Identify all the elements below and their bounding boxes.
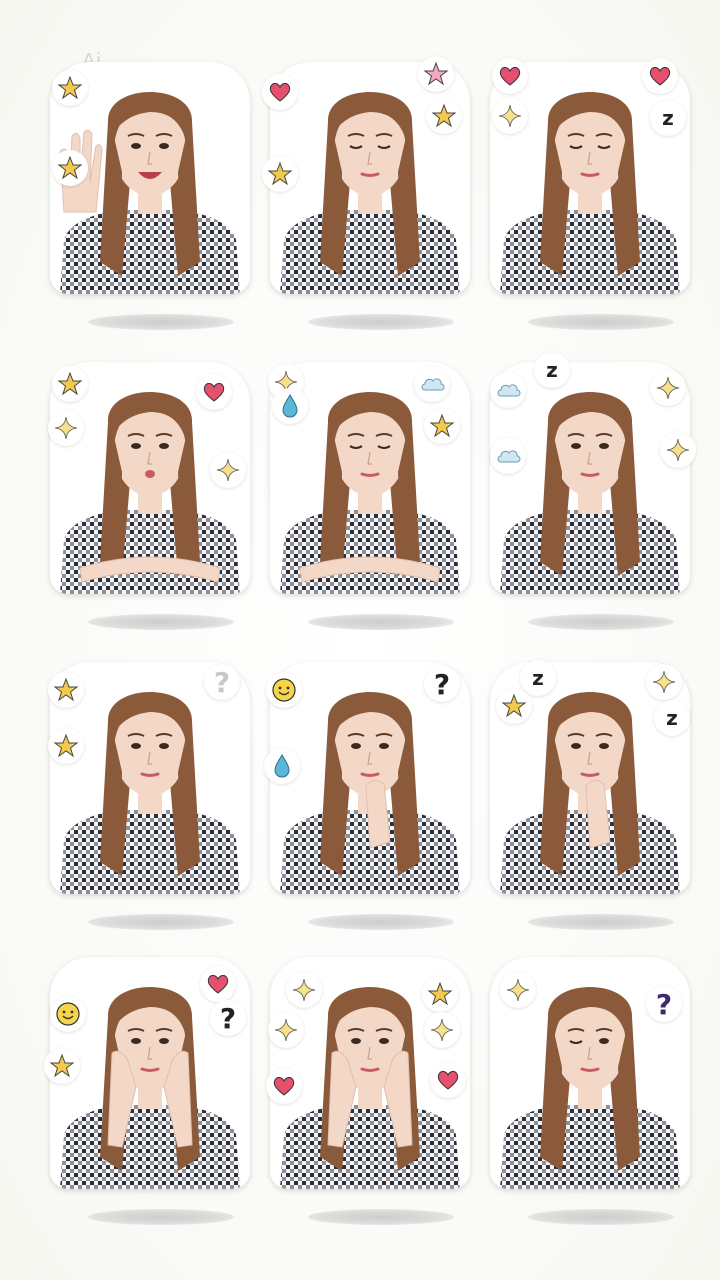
- star-icon: [496, 688, 532, 724]
- sticker-cell-sleepy[interactable]: [460, 10, 700, 330]
- sparkle-icon: [660, 432, 696, 468]
- shirt: [60, 810, 240, 894]
- shirt: [500, 510, 680, 594]
- star-icon: [48, 672, 84, 708]
- shirt: [280, 1105, 460, 1189]
- star-icon: [262, 156, 298, 192]
- question-icon: ?: [204, 664, 240, 700]
- z-letter: z: [666, 706, 678, 730]
- question-mark: ?: [219, 1001, 237, 1035]
- drop-shadow: [308, 1209, 454, 1225]
- sparkle-icon: [48, 410, 84, 446]
- sticker-cell-wink[interactable]: [460, 905, 700, 1225]
- star-icon: [426, 98, 462, 134]
- heart-icon: [196, 374, 232, 410]
- heart-icon: [492, 58, 528, 94]
- z-letter: z: [532, 666, 544, 690]
- sparkle-icon: [650, 370, 686, 406]
- zzz-icon: z: [654, 700, 690, 736]
- sticker-cell-sulk[interactable]: [240, 310, 480, 630]
- sparkle-icon: [268, 1012, 304, 1048]
- sticker-cell-cheeks-cute[interactable]: [240, 905, 480, 1225]
- shirt: [280, 510, 460, 594]
- pink-star-icon: [418, 56, 454, 92]
- zzz-icon: z: [650, 100, 686, 136]
- shirt: [60, 510, 240, 594]
- sparkle-icon: [286, 972, 322, 1008]
- star-icon: [52, 366, 88, 402]
- cloud-icon: [414, 366, 450, 402]
- star-icon: [422, 976, 458, 1012]
- question-mark: ?: [655, 987, 673, 1021]
- sticker-sleepy[interactable]: [490, 62, 690, 294]
- drop-shadow: [528, 1209, 674, 1225]
- sticker-eyes-closed[interactable]: [270, 62, 470, 294]
- sticker-sheet: Ai z z?? z z??: [0, 0, 720, 1280]
- sticker-cell-smug[interactable]: [20, 610, 260, 930]
- shirt: [60, 1105, 240, 1189]
- heart-icon: [200, 966, 236, 1002]
- sparkle-icon: [646, 664, 682, 700]
- sparkle-icon: [500, 972, 536, 1008]
- star-icon: [52, 150, 88, 186]
- sparkle-icon: [492, 98, 528, 134]
- question-mark: ?: [433, 667, 451, 701]
- sticker-cell-pondering[interactable]: [460, 610, 700, 930]
- shirt: [500, 1105, 680, 1189]
- heart-icon: [266, 1068, 302, 1104]
- smiley-icon: [50, 996, 86, 1032]
- zzz-icon: z: [520, 660, 556, 696]
- star-icon: [48, 728, 84, 764]
- heart-icon: [642, 58, 678, 94]
- drop-icon: [264, 748, 300, 784]
- z-letter: z: [546, 358, 558, 382]
- question-icon: ?: [646, 986, 682, 1022]
- cloud-icon: [490, 438, 526, 474]
- drop-icon: [272, 388, 308, 424]
- z-letter: z: [662, 106, 674, 130]
- question-icon: ?: [424, 666, 460, 702]
- star-icon: [44, 1048, 80, 1084]
- shirt: [500, 210, 680, 294]
- zzz-icon: z: [534, 352, 570, 388]
- shirt: [60, 210, 240, 294]
- smiley-icon: [266, 672, 302, 708]
- sparkle-icon: [424, 1012, 460, 1048]
- star-icon: [52, 70, 88, 106]
- shirt: [280, 210, 460, 294]
- heart-icon: [262, 74, 298, 110]
- sticker-grid: z z?? z z??: [0, 0, 720, 1280]
- drop-shadow: [88, 1209, 234, 1225]
- star-icon: [424, 408, 460, 444]
- cloud-icon: [490, 372, 526, 408]
- question-mark: ?: [213, 665, 231, 699]
